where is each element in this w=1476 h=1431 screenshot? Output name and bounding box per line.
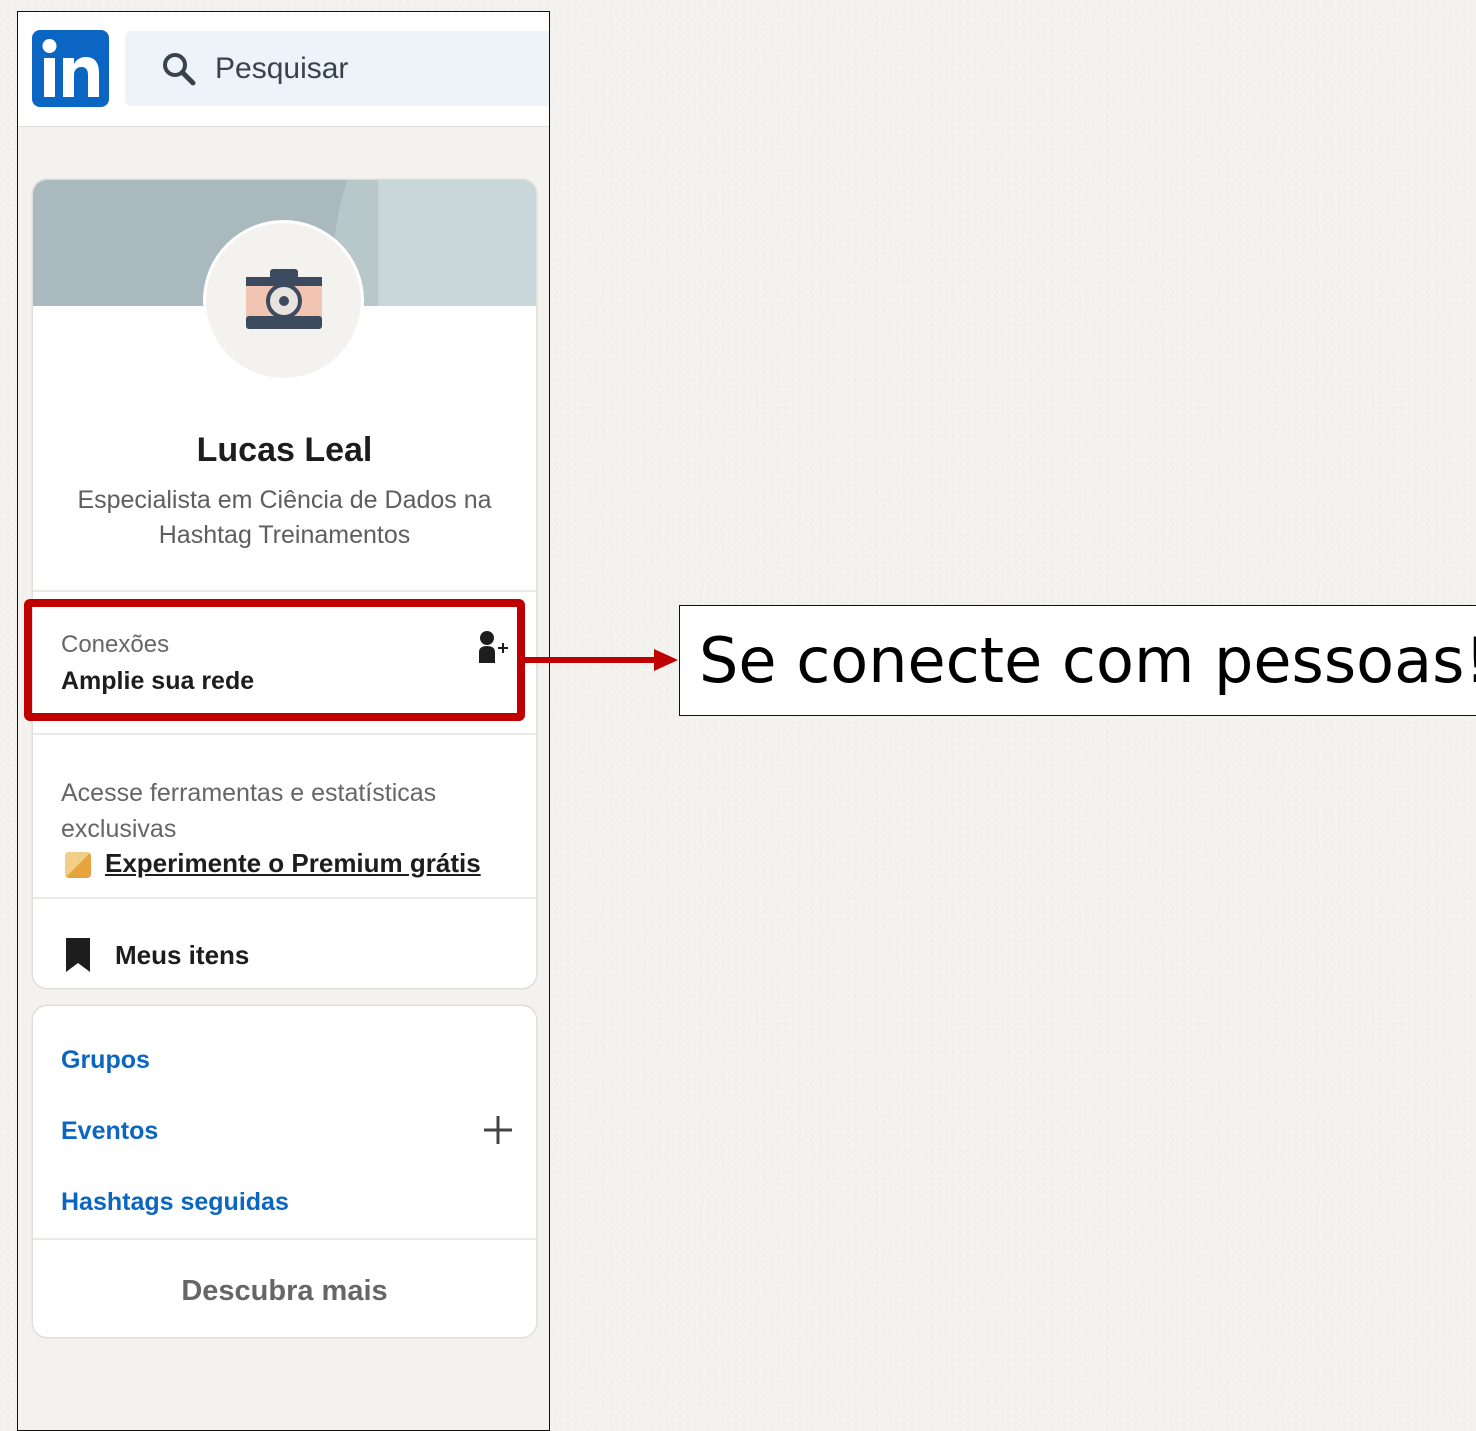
divider <box>33 897 536 899</box>
linkedin-sidebar-frame: Pesquisar Lucas Leal Especialista em Ciê… <box>17 11 550 1431</box>
premium-trial-link[interactable]: Experimente o Premium grátis <box>105 845 481 881</box>
bookmark-icon <box>66 938 90 972</box>
divider <box>33 733 536 735</box>
saved-items-label[interactable]: Meus itens <box>115 937 249 973</box>
events-link[interactable]: Eventos <box>61 1114 158 1148</box>
community-card: Grupos Eventos Hashtags seguidas Descubr… <box>33 1006 536 1337</box>
discover-more-button[interactable]: Descubra mais <box>33 1273 536 1309</box>
premium-icon <box>65 852 91 878</box>
annotation-text: Se conecte com pessoas! <box>699 624 1476 697</box>
search-placeholder: Pesquisar <box>215 52 349 85</box>
camera-icon <box>246 269 322 329</box>
top-navbar: Pesquisar <box>18 12 549 127</box>
divider <box>33 1238 536 1240</box>
linkedin-logo-icon <box>42 39 99 97</box>
plus-icon[interactable] <box>483 1115 513 1145</box>
profile-name[interactable]: Lucas Leal <box>33 430 536 470</box>
premium-promo-text: Acesse ferramentas e estatísticas exclus… <box>61 779 437 843</box>
connections-highlight-box <box>24 599 525 721</box>
followed-hashtags-link[interactable]: Hashtags seguidas <box>61 1185 289 1219</box>
groups-link[interactable]: Grupos <box>61 1043 150 1077</box>
annotation-callout: Se conecte com pessoas! <box>679 605 1476 716</box>
search-icon <box>163 53 196 86</box>
profile-avatar[interactable] <box>206 223 361 378</box>
profile-card: Lucas Leal Especialista em Ciência de Da… <box>33 180 536 988</box>
search-bar[interactable]: Pesquisar <box>125 31 549 106</box>
profile-headline: Especialista em Ciência de Dados na Hash… <box>77 486 492 549</box>
linkedin-logo[interactable] <box>32 30 109 107</box>
annotation-arrow <box>522 649 678 671</box>
divider <box>33 590 536 592</box>
